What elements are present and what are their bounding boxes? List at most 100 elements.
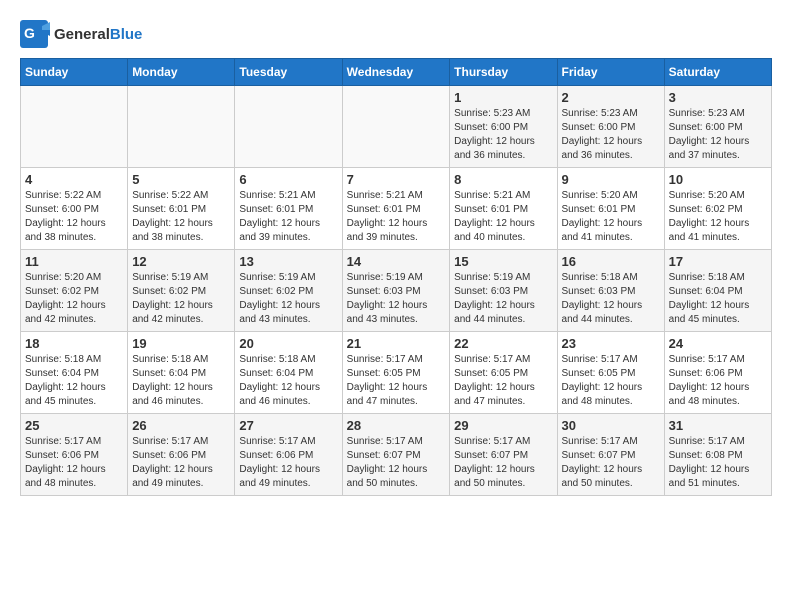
day-number: 15 [454, 254, 552, 269]
day-number: 13 [239, 254, 337, 269]
day-cell: 24 Sunrise: 5:17 AM Sunset: 6:06 PM Dayli… [664, 332, 771, 414]
day-number: 14 [347, 254, 446, 269]
day-header-wednesday: Wednesday [342, 59, 450, 86]
day-number: 11 [25, 254, 123, 269]
logo-icon: G [20, 20, 50, 48]
day-cell: 8Sunrise: 5:21 AM Sunset: 6:01 PM Daylig… [450, 168, 557, 250]
day-number: 23 [562, 336, 660, 351]
day-info: Sunrise: 5:21 AM Sunset: 6:01 PM Dayligh… [239, 189, 337, 245]
day-info: Sunrise: 5:17 AM Sunset: 6:05 PM Dayligh… [562, 353, 660, 409]
day-cell: 19 Sunrise: 5:18 AM Sunset: 6:04 PM Dayli… [128, 332, 235, 414]
svg-text:G: G [24, 25, 35, 41]
day-info: Sunrise: 5:18 AM Sunset: 6:03 PM Dayligh… [562, 271, 660, 327]
day-info: Sunrise: 5:19 AM Sunset: 6:03 PM Dayligh… [454, 271, 552, 327]
day-info: Sunrise: 5:17 AM Sunset: 6:05 PM Dayligh… [454, 353, 552, 409]
day-info: Sunrise: 5:17 AM Sunset: 6:08 PM Dayligh… [669, 435, 767, 491]
day-info: Sunrise: 5:19 AM Sunset: 6:02 PM Dayligh… [239, 271, 337, 327]
day-info: Sunrise: 5:17 AM Sunset: 6:06 PM Dayligh… [25, 435, 123, 491]
day-number: 17 [669, 254, 767, 269]
day-cell: 22 Sunrise: 5:17 AM Sunset: 6:05 PM Dayli… [450, 332, 557, 414]
day-info: Sunrise: 5:22 AM Sunset: 6:01 PM Dayligh… [132, 189, 230, 245]
week-row-2: 4Sunrise: 5:22 AM Sunset: 6:00 PM Daylig… [21, 168, 772, 250]
day-cell: 10Sunrise: 5:20 AM Sunset: 6:02 PM Dayli… [664, 168, 771, 250]
day-cell: 7 Sunrise: 5:21 AM Sunset: 6:01 PM Daylig… [342, 168, 450, 250]
day-number: 5 [132, 172, 230, 187]
day-number: 26 [132, 418, 230, 433]
day-cell: 17 Sunrise: 5:18 AM Sunset: 6:04 PM Dayli… [664, 250, 771, 332]
day-cell [21, 86, 128, 168]
week-row-5: 25 Sunrise: 5:17 AM Sunset: 6:06 PM Dayli… [21, 414, 772, 496]
day-info: Sunrise: 5:19 AM Sunset: 6:03 PM Dayligh… [347, 271, 446, 327]
day-cell: 12 Sunrise: 5:19 AM Sunset: 6:02 PM Dayli… [128, 250, 235, 332]
day-header-friday: Friday [557, 59, 664, 86]
day-number: 7 [347, 172, 446, 187]
day-number: 10 [669, 172, 767, 187]
day-number: 19 [132, 336, 230, 351]
day-number: 27 [239, 418, 337, 433]
day-info: Sunrise: 5:17 AM Sunset: 6:06 PM Dayligh… [132, 435, 230, 491]
day-number: 29 [454, 418, 552, 433]
day-cell: 2Sunrise: 5:23 AM Sunset: 6:00 PM Daylig… [557, 86, 664, 168]
day-header-saturday: Saturday [664, 59, 771, 86]
calendar-header: SundayMondayTuesdayWednesdayThursdayFrid… [21, 59, 772, 86]
day-cell: 29 Sunrise: 5:17 AM Sunset: 6:07 PM Dayli… [450, 414, 557, 496]
day-number: 24 [669, 336, 767, 351]
day-cell: 16 Sunrise: 5:18 AM Sunset: 6:03 PM Dayli… [557, 250, 664, 332]
day-number: 1 [454, 90, 552, 105]
day-info: Sunrise: 5:23 AM Sunset: 6:00 PM Dayligh… [562, 107, 660, 163]
day-number: 18 [25, 336, 123, 351]
day-cell: 27 Sunrise: 5:17 AM Sunset: 6:06 PM Dayli… [235, 414, 342, 496]
day-header-sunday: Sunday [21, 59, 128, 86]
day-info: Sunrise: 5:23 AM Sunset: 6:00 PM Dayligh… [454, 107, 552, 163]
day-cell: 15 Sunrise: 5:19 AM Sunset: 6:03 PM Dayli… [450, 250, 557, 332]
day-info: Sunrise: 5:17 AM Sunset: 6:06 PM Dayligh… [239, 435, 337, 491]
day-info: Sunrise: 5:17 AM Sunset: 6:07 PM Dayligh… [562, 435, 660, 491]
page-header: G GeneralBlue [20, 20, 772, 48]
day-cell: 20Sunrise: 5:18 AM Sunset: 6:04 PM Dayli… [235, 332, 342, 414]
day-info: Sunrise: 5:21 AM Sunset: 6:01 PM Dayligh… [347, 189, 446, 245]
day-cell: 3Sunrise: 5:23 AM Sunset: 6:00 PM Daylig… [664, 86, 771, 168]
day-cell: 21 Sunrise: 5:17 AM Sunset: 6:05 PM Dayli… [342, 332, 450, 414]
day-number: 20 [239, 336, 337, 351]
day-info: Sunrise: 5:18 AM Sunset: 6:04 PM Dayligh… [132, 353, 230, 409]
calendar-table: SundayMondayTuesdayWednesdayThursdayFrid… [20, 58, 772, 496]
day-cell: 18 Sunrise: 5:18 AM Sunset: 6:04 PM Dayli… [21, 332, 128, 414]
day-cell: 11 Sunrise: 5:20 AM Sunset: 6:02 PM Dayli… [21, 250, 128, 332]
day-info: Sunrise: 5:17 AM Sunset: 6:06 PM Dayligh… [669, 353, 767, 409]
day-number: 28 [347, 418, 446, 433]
day-info: Sunrise: 5:20 AM Sunset: 6:02 PM Dayligh… [25, 271, 123, 327]
day-cell: 28 Sunrise: 5:17 AM Sunset: 6:07 PM Dayli… [342, 414, 450, 496]
day-cell: 4Sunrise: 5:22 AM Sunset: 6:00 PM Daylig… [21, 168, 128, 250]
day-number: 12 [132, 254, 230, 269]
week-row-3: 11 Sunrise: 5:20 AM Sunset: 6:02 PM Dayli… [21, 250, 772, 332]
day-header-thursday: Thursday [450, 59, 557, 86]
day-info: Sunrise: 5:18 AM Sunset: 6:04 PM Dayligh… [669, 271, 767, 327]
day-number: 31 [669, 418, 767, 433]
day-cell: 5 Sunrise: 5:22 AM Sunset: 6:01 PM Daylig… [128, 168, 235, 250]
day-info: Sunrise: 5:22 AM Sunset: 6:00 PM Dayligh… [25, 189, 123, 245]
day-number: 25 [25, 418, 123, 433]
day-info: Sunrise: 5:19 AM Sunset: 6:02 PM Dayligh… [132, 271, 230, 327]
day-cell: 31 Sunrise: 5:17 AM Sunset: 6:08 PM Dayli… [664, 414, 771, 496]
day-info: Sunrise: 5:17 AM Sunset: 6:07 PM Dayligh… [454, 435, 552, 491]
day-number: 22 [454, 336, 552, 351]
day-info: Sunrise: 5:21 AM Sunset: 6:01 PM Dayligh… [454, 189, 552, 245]
week-row-1: 1 Sunrise: 5:23 AM Sunset: 6:00 PM Daylig… [21, 86, 772, 168]
day-cell: 25 Sunrise: 5:17 AM Sunset: 6:06 PM Dayli… [21, 414, 128, 496]
day-cell: 9Sunrise: 5:20 AM Sunset: 6:01 PM Daylig… [557, 168, 664, 250]
day-info: Sunrise: 5:17 AM Sunset: 6:05 PM Dayligh… [347, 353, 446, 409]
day-number: 21 [347, 336, 446, 351]
logo-blue: Blue [110, 26, 143, 43]
day-cell [128, 86, 235, 168]
logo-general: General [54, 26, 110, 43]
day-number: 30 [562, 418, 660, 433]
day-cell: 30 Sunrise: 5:17 AM Sunset: 6:07 PM Dayli… [557, 414, 664, 496]
day-info: Sunrise: 5:18 AM Sunset: 6:04 PM Dayligh… [25, 353, 123, 409]
day-cell: 26 Sunrise: 5:17 AM Sunset: 6:06 PM Dayli… [128, 414, 235, 496]
day-number: 6 [239, 172, 337, 187]
day-cell: 13 Sunrise: 5:19 AM Sunset: 6:02 PM Dayli… [235, 250, 342, 332]
day-cell [235, 86, 342, 168]
day-number: 16 [562, 254, 660, 269]
day-info: Sunrise: 5:17 AM Sunset: 6:07 PM Dayligh… [347, 435, 446, 491]
day-cell: 23 Sunrise: 5:17 AM Sunset: 6:05 PM Dayli… [557, 332, 664, 414]
